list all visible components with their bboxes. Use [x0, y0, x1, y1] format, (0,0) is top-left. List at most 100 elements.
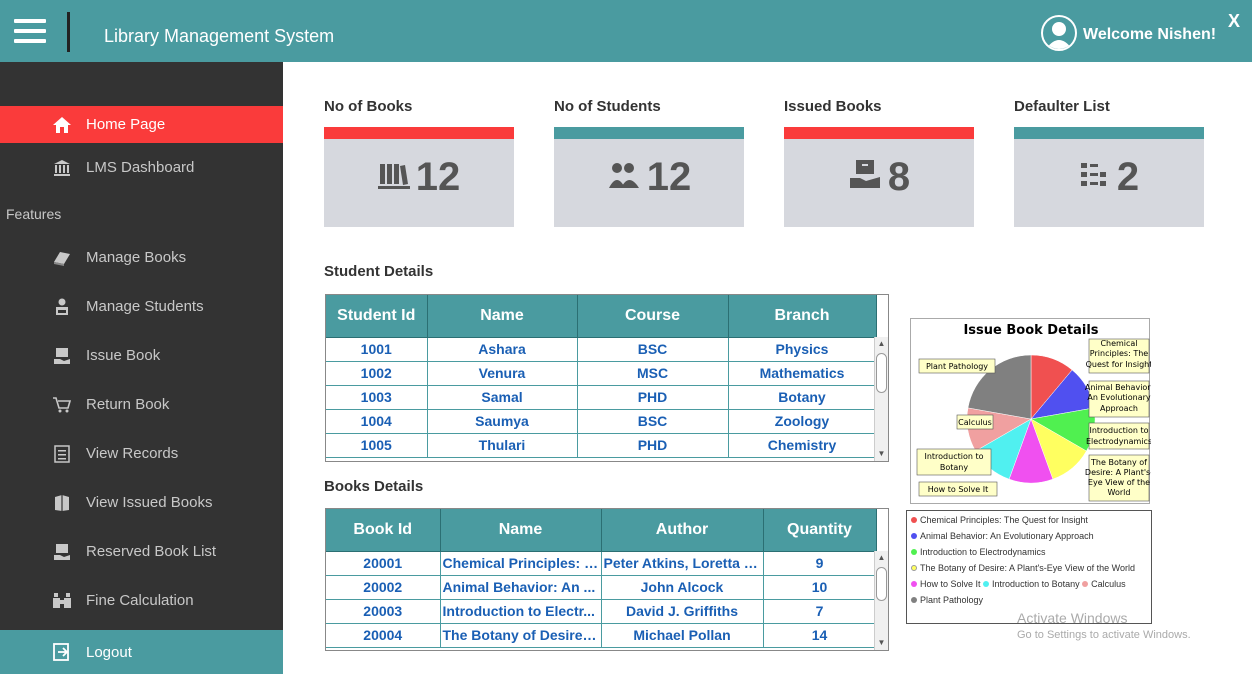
cell[interactable]: John Alcock: [601, 575, 764, 600]
books-count-card[interactable]: 12: [324, 127, 514, 227]
cell[interactable]: 20002: [326, 575, 441, 600]
cell[interactable]: Ashara: [427, 337, 578, 362]
sidebar-item-fine-calculation[interactable]: Fine Calculation: [0, 582, 283, 619]
activate-windows-subtext: Go to Settings to activate Windows.: [1017, 629, 1191, 641]
sidebar-item-manage-students[interactable]: Manage Students: [0, 288, 283, 325]
cell[interactable]: 10: [763, 575, 877, 600]
logout-button[interactable]: Logout: [0, 630, 283, 674]
cell[interactable]: 20004: [326, 623, 441, 648]
sidebar-item-home[interactable]: Home Page: [0, 106, 283, 143]
sidebar-item-issue-book[interactable]: Issue Book: [0, 337, 283, 374]
callout-label: Introduction to: [924, 452, 983, 461]
sidebar-item-view-issued-books[interactable]: View Issued Books: [0, 484, 283, 521]
cell[interactable]: PHD: [577, 433, 729, 458]
cell[interactable]: Thulari: [427, 433, 578, 458]
table-row[interactable]: 20003 Introduction to Electr... David J.…: [326, 599, 877, 624]
close-button[interactable]: X: [1228, 11, 1240, 32]
cell[interactable]: 7: [763, 599, 877, 624]
sidebar-item-view-records[interactable]: View Records: [0, 435, 283, 472]
students-icon: [607, 155, 647, 200]
table-row[interactable]: 1005 Thulari PHD Chemistry: [326, 433, 877, 458]
scroll-down-icon[interactable]: ▼: [875, 447, 888, 461]
books-table-scrollbar[interactable]: ▲ ▼: [874, 551, 888, 650]
issued-books-card[interactable]: 8: [784, 127, 974, 227]
table-row[interactable]: 1004 Saumya BSC Zoology: [326, 409, 877, 434]
cell[interactable]: Mathematics: [728, 361, 877, 386]
reserved-icon: [52, 542, 72, 562]
cell[interactable]: Samal: [427, 385, 578, 410]
table-row[interactable]: 1003 Samal PHD Botany: [326, 385, 877, 410]
student-details-table[interactable]: Student Id Name Course Branch 1001 Ashar…: [325, 294, 889, 462]
cell[interactable]: Venura: [427, 361, 578, 386]
cell[interactable]: 14: [763, 623, 877, 648]
cell[interactable]: 1003: [326, 385, 428, 410]
defaulter-list-card[interactable]: 2: [1014, 127, 1204, 227]
table-row[interactable]: 1002 Venura MSC Mathematics: [326, 361, 877, 386]
column-header-course[interactable]: Course: [577, 295, 729, 338]
column-header-name[interactable]: Name: [440, 509, 602, 552]
cell[interactable]: Zoology: [728, 409, 877, 434]
table-row[interactable]: 20002 Animal Behavior: An ... John Alcoc…: [326, 575, 877, 600]
students-count-card[interactable]: 12: [554, 127, 744, 227]
cell[interactable]: David J. Griffiths: [601, 599, 764, 624]
cell[interactable]: Saumya: [427, 409, 578, 434]
cell[interactable]: BSC: [577, 337, 729, 362]
cell[interactable]: 1005: [326, 433, 428, 458]
cell[interactable]: Physics: [728, 337, 877, 362]
cell[interactable]: Botany: [728, 385, 877, 410]
scroll-thumb[interactable]: [876, 567, 887, 601]
student-icon: [52, 297, 72, 317]
column-header-branch[interactable]: Branch: [728, 295, 877, 338]
logout-icon: [52, 642, 72, 662]
cell[interactable]: PHD: [577, 385, 729, 410]
sidebar-item-manage-books[interactable]: Manage Books: [0, 239, 283, 276]
sidebar-item-reserved-book-list[interactable]: Reserved Book List: [0, 533, 283, 570]
cell[interactable]: Peter Atkins, Loretta J...: [601, 551, 764, 576]
card-title-defaulter: Defaulter List: [1014, 98, 1110, 115]
legend-item: How to Solve It Introduction to Botany C…: [911, 579, 1126, 589]
cell[interactable]: 1002: [326, 361, 428, 386]
column-header-author[interactable]: Author: [601, 509, 764, 552]
scroll-up-icon[interactable]: ▲: [875, 551, 888, 565]
issued-books-icon: [52, 493, 72, 513]
scroll-thumb[interactable]: [876, 353, 887, 393]
cell[interactable]: Chemistry: [728, 433, 877, 458]
column-header-name[interactable]: Name: [427, 295, 578, 338]
books-details-table[interactable]: Book Id Name Author Quantity 20001 Chemi…: [325, 508, 889, 651]
cell[interactable]: Michael Pollan: [601, 623, 764, 648]
legend-item: Introduction to Electrodynamics: [911, 547, 1046, 557]
callout-label: World: [1108, 488, 1131, 497]
column-header-student-id[interactable]: Student Id: [326, 295, 428, 338]
table-row[interactable]: 20001 Chemical Principles: T... Peter At…: [326, 551, 877, 576]
cell[interactable]: 20003: [326, 599, 441, 624]
cell[interactable]: Animal Behavior: An ...: [440, 575, 602, 600]
column-header-book-id[interactable]: Book Id: [326, 509, 441, 552]
card-accent-bar: [554, 127, 744, 139]
table-row[interactable]: 1001 Ashara BSC Physics: [326, 337, 877, 362]
cell[interactable]: Introduction to Electr...: [440, 599, 602, 624]
legend-label: Calculus: [1091, 579, 1126, 589]
sidebar-item-return-book[interactable]: Return Book: [0, 386, 283, 423]
cell[interactable]: MSC: [577, 361, 729, 386]
sidebar-item-dashboard[interactable]: LMS Dashboard: [0, 149, 283, 186]
cell[interactable]: 20001: [326, 551, 441, 576]
cell[interactable]: 9: [763, 551, 877, 576]
cell[interactable]: The Botany of Desire:...: [440, 623, 602, 648]
cell[interactable]: 1004: [326, 409, 428, 434]
book-icon: [52, 248, 72, 268]
sidebar-item-label: View Records: [86, 445, 179, 462]
table-row[interactable]: 20004 The Botany of Desire:... Michael P…: [326, 623, 877, 648]
cell[interactable]: Chemical Principles: T...: [440, 551, 602, 576]
menu-icon[interactable]: [14, 19, 46, 43]
student-table-scrollbar[interactable]: ▲ ▼: [874, 337, 888, 461]
column-header-quantity[interactable]: Quantity: [763, 509, 877, 552]
scroll-down-icon[interactable]: ▼: [875, 636, 888, 650]
legend-label: The Botany of Desire: A Plant's-Eye View…: [920, 563, 1135, 573]
cell[interactable]: 1001: [326, 337, 428, 362]
legend-swatch: [983, 581, 990, 587]
card-title-issued: Issued Books: [784, 98, 882, 115]
sidebar-item-label: Manage Books: [86, 249, 187, 266]
scroll-up-icon[interactable]: ▲: [875, 337, 888, 351]
cell[interactable]: BSC: [577, 409, 729, 434]
user-avatar-icon[interactable]: [1041, 15, 1077, 51]
